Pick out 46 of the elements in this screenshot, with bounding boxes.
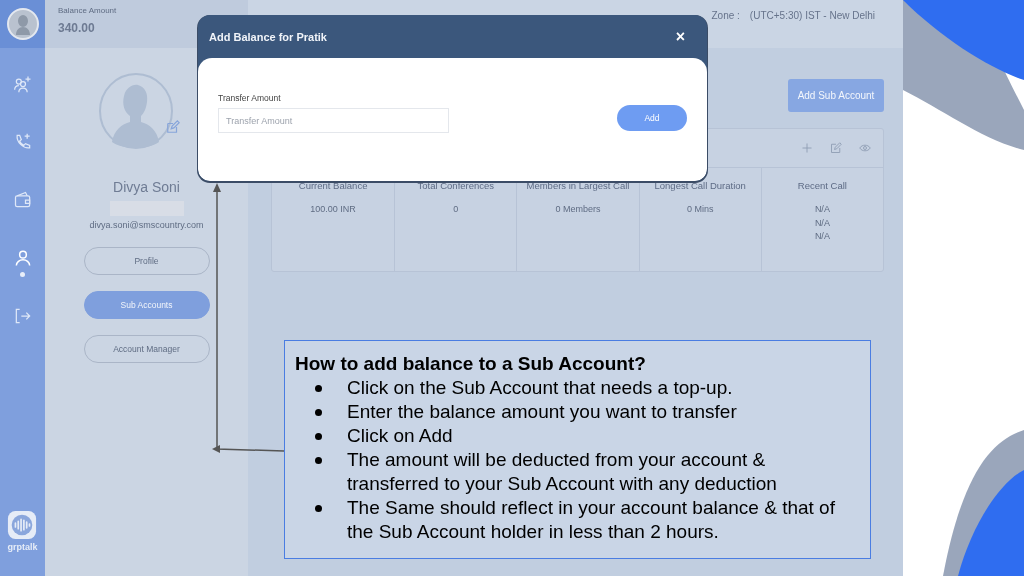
column-heading: Current Balance xyxy=(298,179,368,193)
selected-dot xyxy=(20,272,25,277)
user-name: Divya Soni xyxy=(113,179,180,195)
logo-text: grptalk xyxy=(7,542,38,552)
plus-icon[interactable] xyxy=(801,142,813,154)
wallet-icon[interactable] xyxy=(12,190,33,210)
bullet-icon xyxy=(315,385,322,392)
column-heading: Longest Call Duration xyxy=(654,179,746,193)
balance-label: Balance Amount xyxy=(58,6,118,15)
user-email: divya.soni@smscountry.com xyxy=(89,220,204,230)
bullet-icon xyxy=(315,433,322,440)
instruction-text: Click on Add xyxy=(347,424,453,448)
profile-menu-button[interactable]: Sub Accounts xyxy=(83,291,210,319)
instruction-text: Enter the balance amount you want to transfer xyxy=(347,400,737,424)
avatar-icon[interactable] xyxy=(6,8,39,40)
eye-icon[interactable] xyxy=(859,142,871,154)
transfer-amount-field[interactable]: Transfer Amount xyxy=(218,108,449,133)
table-cell-text: 100.00 INR xyxy=(310,203,356,216)
add-sub-account-button[interactable]: Add Sub Account xyxy=(788,79,884,112)
close-button[interactable]: × xyxy=(675,27,685,46)
timezone-value: (UTC+5:30) IST - New Delhi xyxy=(749,10,875,21)
edit-icon[interactable] xyxy=(830,142,842,154)
table-cell-text: N/A xyxy=(814,203,830,216)
column-heading: Total Conferences xyxy=(417,179,495,193)
table-cell-text: 0 xyxy=(453,203,459,216)
add-users-icon[interactable] xyxy=(12,74,33,94)
bullet-icon xyxy=(315,409,322,416)
avatar-icon xyxy=(97,72,174,150)
field-label: Transfer Amount xyxy=(218,93,282,103)
instruction-title: How to add balance to a Sub Account? xyxy=(295,352,647,376)
instruction-text: The Same should reflect in your account balance & that of the Sub Account holder in less than 2 hours. xyxy=(347,496,836,544)
table-cell-text: N/A xyxy=(814,230,830,243)
dialog-title: Add Balance for Pratik xyxy=(209,30,327,43)
table-cell-text: 0 Mins xyxy=(686,203,714,216)
bullet-icon xyxy=(315,457,322,464)
edit-icon[interactable] xyxy=(165,120,180,134)
table-cell: N/A xyxy=(814,216,830,230)
balance-amount: 340.00 xyxy=(58,21,96,35)
column-heading: Recent Call xyxy=(797,179,847,193)
sound-wave-logo-icon xyxy=(7,510,38,540)
instruction-text: Click on the Sub Account that needs a top-up. xyxy=(347,376,733,400)
bullet-icon xyxy=(315,505,322,512)
table-cell-text: 0 Members xyxy=(555,203,601,216)
instruction-text: The amount will be deducted from your account & transferred to your Sub Account with any deduction xyxy=(347,448,778,496)
add-button[interactable]: Add xyxy=(617,105,687,131)
timezone-label: Zone : xyxy=(711,10,740,21)
